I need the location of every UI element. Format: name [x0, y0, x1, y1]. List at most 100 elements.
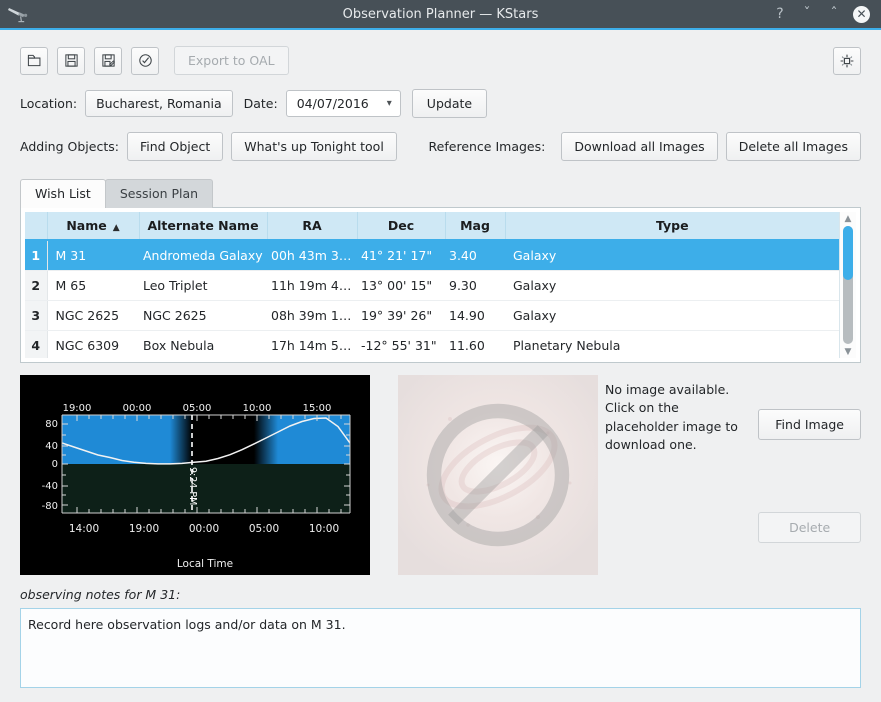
object-table: Name ▲ Alternate Name RA Dec Mag Type 1 M…	[20, 207, 861, 363]
find-image-button[interactable]: Find Image	[758, 409, 861, 440]
scroll-down-icon[interactable]: ▼	[840, 345, 856, 358]
table-header: Name ▲ Alternate Name RA Dec Mag Type	[25, 212, 839, 240]
object-table-element: Name ▲ Alternate Name RA Dec Mag Type 1 M…	[25, 212, 839, 358]
column-header-name[interactable]: Name ▲	[47, 212, 139, 240]
cell-dec: -12° 55' 31"	[357, 331, 445, 359]
cell-alternate-name: NGC 2625	[139, 301, 267, 331]
date-combobox[interactable]: 04/07/2016 ▾	[286, 90, 401, 117]
cell-name: NGC 6309	[47, 331, 139, 359]
cell-dec: 19° 39' 26"	[357, 301, 445, 331]
cell-type: Planetary Nebula	[505, 331, 839, 359]
cell-mag: 14.90	[445, 301, 505, 331]
cell-type: Galaxy	[505, 271, 839, 301]
detail-panel: 9:24 PM 80 40 0 -40 -80 19:00 00:00 05:0…	[20, 375, 861, 575]
folder-open-icon[interactable]	[20, 47, 48, 75]
chevron-up-icon: ▲	[113, 223, 120, 233]
row-index: 3	[25, 301, 47, 331]
image-info-panel: No image available. Click on the placeho…	[605, 375, 861, 575]
svg-text:10:00: 10:00	[309, 523, 339, 535]
delete-all-images-button[interactable]: Delete all Images	[726, 132, 861, 161]
chevron-down-icon: ▾	[387, 99, 392, 109]
window-controls: ? ˇ ˆ ✕	[772, 6, 881, 23]
svg-text:05:00: 05:00	[183, 403, 212, 414]
column-header-mag[interactable]: Mag	[445, 212, 505, 240]
svg-text:80: 80	[45, 419, 58, 430]
no-image-message: No image available. Click on the placeho…	[605, 375, 748, 575]
table-row[interactable]: 1 M 31 Andromeda Galaxy 00h 43m 38s 41° …	[25, 240, 839, 271]
cell-mag: 11.60	[445, 331, 505, 359]
cell-type: Galaxy	[505, 240, 839, 271]
observing-notes-input[interactable]: Record here observation logs and/or data…	[20, 608, 861, 688]
date-value: 04/07/2016	[297, 96, 369, 111]
download-all-images-button[interactable]: Download all Images	[561, 132, 717, 161]
save-icon[interactable]	[57, 47, 85, 75]
reference-images-label: Reference Images:	[429, 139, 546, 154]
current-time-label: 9:24 PM	[187, 467, 198, 505]
check-circle-icon[interactable]	[131, 47, 159, 75]
telescope-icon	[4, 3, 32, 25]
telescope-slew-icon[interactable]	[833, 47, 861, 75]
object-table-inner: Name ▲ Alternate Name RA Dec Mag Type 1 M…	[25, 212, 840, 358]
table-row[interactable]: 2 M 65 Leo Triplet 11h 19m 45s 13° 00' 1…	[25, 271, 839, 301]
adding-objects-label: Adding Objects:	[20, 139, 119, 154]
location-field[interactable]: Bucharest, Romania	[85, 90, 233, 117]
tab-wish-list[interactable]: Wish List	[20, 179, 106, 208]
row-number-header	[25, 212, 47, 240]
cell-mag: 9.30	[445, 271, 505, 301]
row-index: 2	[25, 271, 47, 301]
table-row[interactable]: 4 NGC 6309 Box Nebula 17h 14m 59s -12° 5…	[25, 331, 839, 359]
scrollbar-thumb[interactable]	[843, 226, 853, 280]
scrollbar-track[interactable]	[843, 226, 853, 344]
help-icon[interactable]: ?	[772, 6, 788, 22]
cell-ra: 08h 39m 18s	[267, 301, 357, 331]
scroll-up-icon[interactable]: ▲	[840, 212, 856, 225]
column-header-dec[interactable]: Dec	[357, 212, 445, 240]
file-toolbar: Export to OAL	[20, 30, 861, 75]
whats-up-tonight-button[interactable]: What's up Tonight tool	[231, 132, 397, 161]
save-as-icon[interactable]	[94, 47, 122, 75]
table-row[interactable]: 3 NGC 2625 NGC 2625 08h 39m 18s 19° 39' …	[25, 301, 839, 331]
tab-session-plan[interactable]: Session Plan	[105, 179, 213, 208]
title-bar: Observation Planner — KStars ? ˇ ˆ ✕	[0, 0, 881, 30]
main-content: Export to OAL Location: Bucharest, Roman…	[0, 30, 881, 688]
cell-alternate-name: Leo Triplet	[139, 271, 267, 301]
svg-text:15:00: 15:00	[303, 403, 332, 414]
cell-name: NGC 2625	[47, 301, 139, 331]
export-to-oal-button[interactable]: Export to OAL	[174, 46, 289, 75]
delete-image-button[interactable]: Delete	[758, 512, 861, 543]
svg-text:-40: -40	[42, 481, 58, 492]
reference-images-group: Reference Images: Download all Images De…	[429, 132, 861, 161]
reference-image-placeholder[interactable]	[398, 375, 598, 575]
column-header-type[interactable]: Type	[505, 212, 839, 240]
table-header-row: Name ▲ Alternate Name RA Dec Mag Type	[25, 212, 839, 240]
cell-alternate-name: Andromeda Galaxy	[139, 240, 267, 271]
cell-dec: 13° 00' 15"	[357, 271, 445, 301]
column-header-name-label: Name	[66, 218, 106, 233]
svg-text:-80: -80	[42, 501, 58, 512]
location-label: Location:	[20, 96, 77, 111]
update-button[interactable]: Update	[412, 89, 487, 118]
column-header-alternate-name[interactable]: Alternate Name	[139, 212, 267, 240]
no-image-icon	[398, 375, 598, 575]
tab-bar: Wish List Session Plan	[20, 179, 861, 208]
table-scrollbar[interactable]: ▲ ▼	[840, 212, 856, 358]
altitude-chart-svg: 9:24 PM 80 40 0 -40 -80 19:00 00:00 05:0…	[20, 375, 370, 575]
svg-text:10:00: 10:00	[243, 403, 272, 414]
find-object-button[interactable]: Find Object	[127, 132, 223, 161]
close-icon[interactable]: ✕	[853, 6, 870, 23]
maximize-icon[interactable]: ˆ	[826, 6, 842, 22]
cell-ra: 11h 19m 45s	[267, 271, 357, 301]
image-action-buttons: Find Image Delete	[758, 375, 861, 575]
column-header-ra[interactable]: RA	[267, 212, 357, 240]
date-label: Date:	[244, 96, 278, 111]
altitude-chart[interactable]: 9:24 PM 80 40 0 -40 -80 19:00 00:00 05:0…	[20, 375, 370, 575]
cell-dec: 41° 21' 17"	[357, 240, 445, 271]
row-index: 4	[25, 331, 47, 359]
cell-ra: 17h 14m 59s	[267, 331, 357, 359]
svg-text:05:00: 05:00	[249, 523, 279, 535]
observing-notes-label: observing notes for M 31:	[20, 587, 861, 602]
window-title: Observation Planner — KStars	[0, 7, 881, 22]
cell-mag: 3.40	[445, 240, 505, 271]
minimize-icon[interactable]: ˇ	[799, 6, 815, 22]
adding-objects-row: Adding Objects: Find Object What's up To…	[20, 132, 861, 161]
